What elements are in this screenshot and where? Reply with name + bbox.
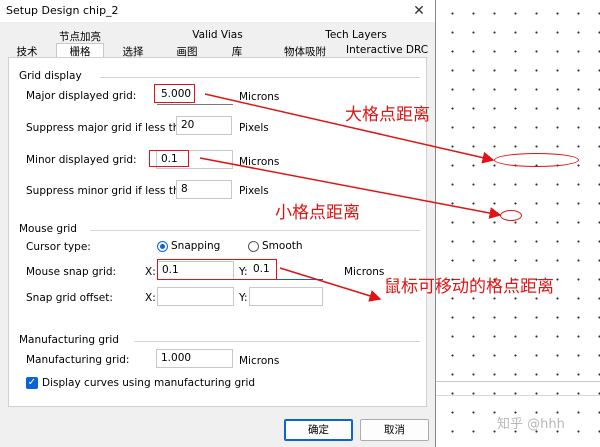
annotation-snap: 鼠标可移动的格点距离 — [384, 277, 554, 297]
annotation-arrows — [199, 93, 502, 302]
snap-arrow — [279, 267, 382, 302]
annotation-minor: 小格点距离 — [275, 203, 360, 223]
watermark: 知乎 @hhh — [497, 417, 565, 432]
annotation-major: 大格点距离 — [345, 105, 430, 125]
